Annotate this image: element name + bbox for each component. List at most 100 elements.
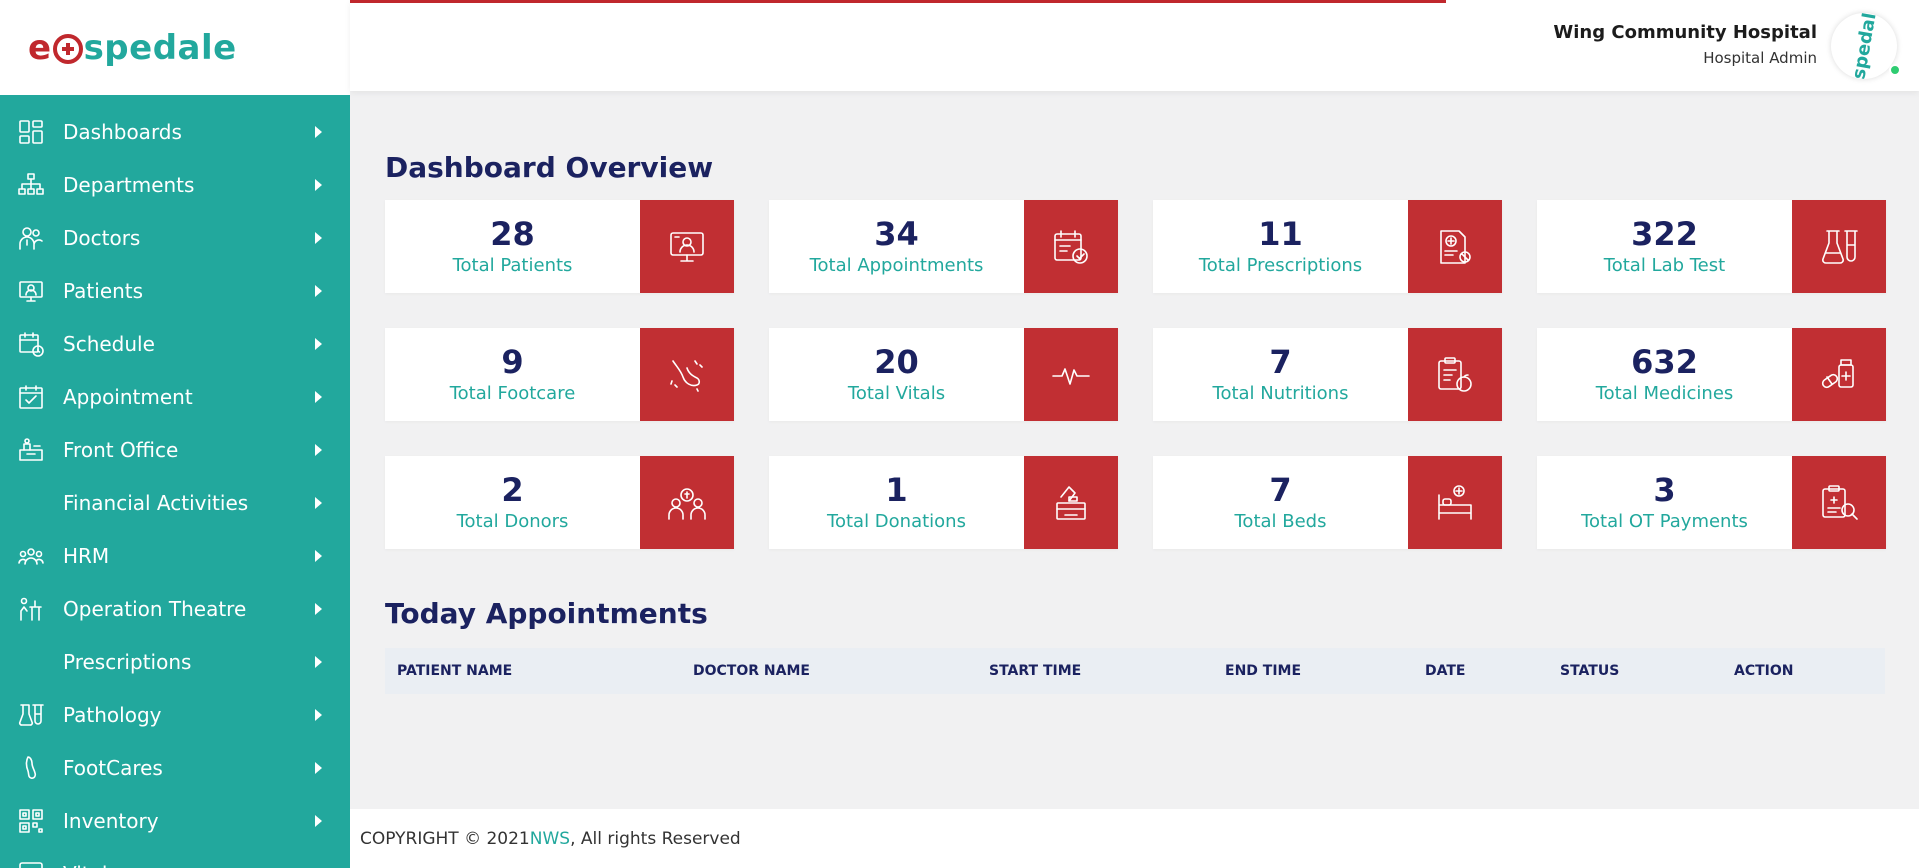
sidebar-item-label: Financial Activities — [63, 490, 249, 515]
blank-icon — [18, 649, 44, 675]
sidebar-item-label: Departments — [63, 172, 195, 197]
stat-value: 34 — [874, 214, 919, 253]
stat-card-total-nutritions[interactable]: 7 Total Nutritions — [1153, 328, 1502, 421]
column-header-status[interactable]: STATUS — [1548, 663, 1722, 679]
stat-card-total-appointments[interactable]: 34 Total Appointments — [769, 200, 1118, 293]
logo-text-pre: e — [28, 27, 52, 68]
chevron-right-icon — [315, 125, 322, 138]
dashboard-icon — [18, 119, 44, 145]
ot-payment-icon — [1792, 456, 1886, 549]
donation-box-icon — [1024, 456, 1118, 549]
copyright-prefix: COPYRIGHT © 2021 — [360, 828, 530, 849]
sidebar-item-prescriptions[interactable]: Prescriptions — [0, 635, 350, 688]
stat-card-total-patients[interactable]: 28 Total Patients — [385, 200, 734, 293]
column-header-end-time[interactable]: END TIME — [1213, 663, 1413, 679]
stat-card-total-donations[interactable]: 1 Total Donations — [769, 456, 1118, 549]
dashboard-overview-title: Dashboard Overview — [385, 151, 714, 184]
sidebar-item-vitals[interactable]: Vitals — [0, 847, 350, 868]
stat-card-text: 9 Total Footcare — [385, 328, 640, 421]
sidebar: e spedale Dashboards Departments Doctors Pat… — [0, 0, 350, 868]
stat-card-total-prescriptions[interactable]: 11 Total Prescriptions — [1153, 200, 1502, 293]
sidebar-item-operation-theatre[interactable]: Operation Theatre — [0, 582, 350, 635]
medicine-icon — [1792, 328, 1886, 421]
stat-label: Total Footcare — [449, 383, 576, 405]
stat-label: Total Lab Test — [1603, 255, 1726, 277]
sidebar-item-label: Pathology — [63, 702, 162, 727]
user-info[interactable]: Wing Community Hospital Hospital Admin — [1553, 22, 1817, 67]
sidebar-item-pathology[interactable]: Pathology — [0, 688, 350, 741]
medical-cross-icon — [52, 33, 83, 64]
sidebar-item-label: Vitals — [63, 862, 315, 868]
column-header-patient-name[interactable]: PATIENT NAME — [385, 663, 681, 679]
bed-icon — [1408, 456, 1502, 549]
appointments-table-header: PATIENT NAME DOCTOR NAME START TIME END TIM… — [385, 648, 1885, 694]
stat-card-total-lab-test[interactable]: 322 Total Lab Test — [1537, 200, 1886, 293]
vitals-icon — [18, 861, 44, 868]
sidebar-item-front-office[interactable]: Front Office — [0, 423, 350, 476]
stat-label: Total OT Payments — [1581, 511, 1748, 533]
stat-value: 20 — [874, 342, 919, 381]
stat-card-total-medicines[interactable]: 632 Total Medicines — [1537, 328, 1886, 421]
stat-value: 2 — [501, 470, 524, 509]
logo-area[interactable]: e spedale — [0, 0, 350, 95]
stat-label: Total Prescriptions — [1198, 255, 1363, 277]
column-header-start-time[interactable]: START TIME — [977, 663, 1213, 679]
stat-card-total-ot-payments[interactable]: 3 Total OT Payments — [1537, 456, 1886, 549]
user-role: Hospital Admin — [1703, 49, 1817, 67]
sidebar-item-label: FootCares — [63, 755, 163, 780]
sidebar-item-label: Dashboards — [63, 119, 182, 144]
sidebar-item-footcares[interactable]: FootCares — [0, 741, 350, 794]
main-content: Dashboard Overview 28 Total Patients 34 Tot… — [385, 91, 1886, 694]
eospedale-logo[interactable]: e spedale — [28, 28, 237, 68]
company-link[interactable]: NWS — [530, 829, 570, 849]
department-icon — [18, 172, 44, 198]
column-header-date[interactable]: DATE — [1413, 663, 1548, 679]
chevron-right-icon — [315, 337, 322, 350]
stat-card-text: 3 Total OT Payments — [1537, 456, 1792, 549]
stat-card-total-beds[interactable]: 7 Total Beds — [1153, 456, 1502, 549]
sidebar-item-hrm[interactable]: HRM — [0, 529, 350, 582]
avatar-text-post: spedale — [1847, 7, 1883, 81]
chevron-right-icon — [315, 231, 322, 244]
stat-card-total-vitals[interactable]: 20 Total Vitals — [769, 328, 1118, 421]
sidebar-item-doctors[interactable]: Doctors — [0, 211, 350, 264]
sidebar-item-appointment[interactable]: Appointment — [0, 370, 350, 423]
footer: COPYRIGHT © 2021 NWS , All rights Reserv… — [350, 809, 1919, 868]
sidebar-item-financial-activities[interactable]: Financial Activities — [0, 476, 350, 529]
stat-label: Total Appointments — [809, 255, 984, 277]
chevron-right-icon — [315, 390, 322, 403]
column-header-doctor-name[interactable]: DOCTOR NAME — [681, 663, 977, 679]
stat-value: 632 — [1631, 342, 1698, 381]
stat-card-total-donors[interactable]: 2 Total Donors — [385, 456, 734, 549]
patient-icon — [18, 278, 44, 304]
sidebar-item-label: Front Office — [63, 437, 179, 462]
chevron-right-icon — [315, 761, 322, 774]
operation-icon — [18, 596, 44, 622]
lab-flask-icon — [1792, 200, 1886, 293]
sidebar-item-dashboards[interactable]: Dashboards — [0, 105, 350, 158]
sidebar-item-patients[interactable]: Patients — [0, 264, 350, 317]
sidebar-menu: Dashboards Departments Doctors Patients Sche… — [0, 95, 350, 868]
heartbeat-icon — [1024, 328, 1118, 421]
doctor-icon — [18, 225, 44, 251]
calendar-check-icon — [1024, 200, 1118, 293]
column-header-action[interactable]: ACTION — [1722, 663, 1885, 679]
chevron-right-icon — [315, 496, 322, 509]
stat-card-total-footcare[interactable]: 9 Total Footcare — [385, 328, 734, 421]
stat-label: Total Donors — [456, 511, 569, 533]
stat-value: 7 — [1269, 342, 1292, 381]
stat-card-text: 1 Total Donations — [769, 456, 1024, 549]
sidebar-item-inventory[interactable]: Inventory — [0, 794, 350, 847]
chevron-right-icon — [315, 602, 322, 615]
stat-card-text: 7 Total Nutritions — [1153, 328, 1408, 421]
chevron-right-icon — [315, 443, 322, 456]
sidebar-item-schedule[interactable]: Schedule — [0, 317, 350, 370]
front-office-icon — [18, 437, 44, 463]
stat-label: Total Beds — [1234, 511, 1327, 533]
today-appointments-title: Today Appointments — [385, 597, 708, 630]
stat-card-text: 2 Total Donors — [385, 456, 640, 549]
sidebar-item-departments[interactable]: Departments — [0, 158, 350, 211]
pathology-icon — [18, 702, 44, 728]
stat-card-text: 632 Total Medicines — [1537, 328, 1792, 421]
stat-value: 1 — [885, 470, 908, 509]
